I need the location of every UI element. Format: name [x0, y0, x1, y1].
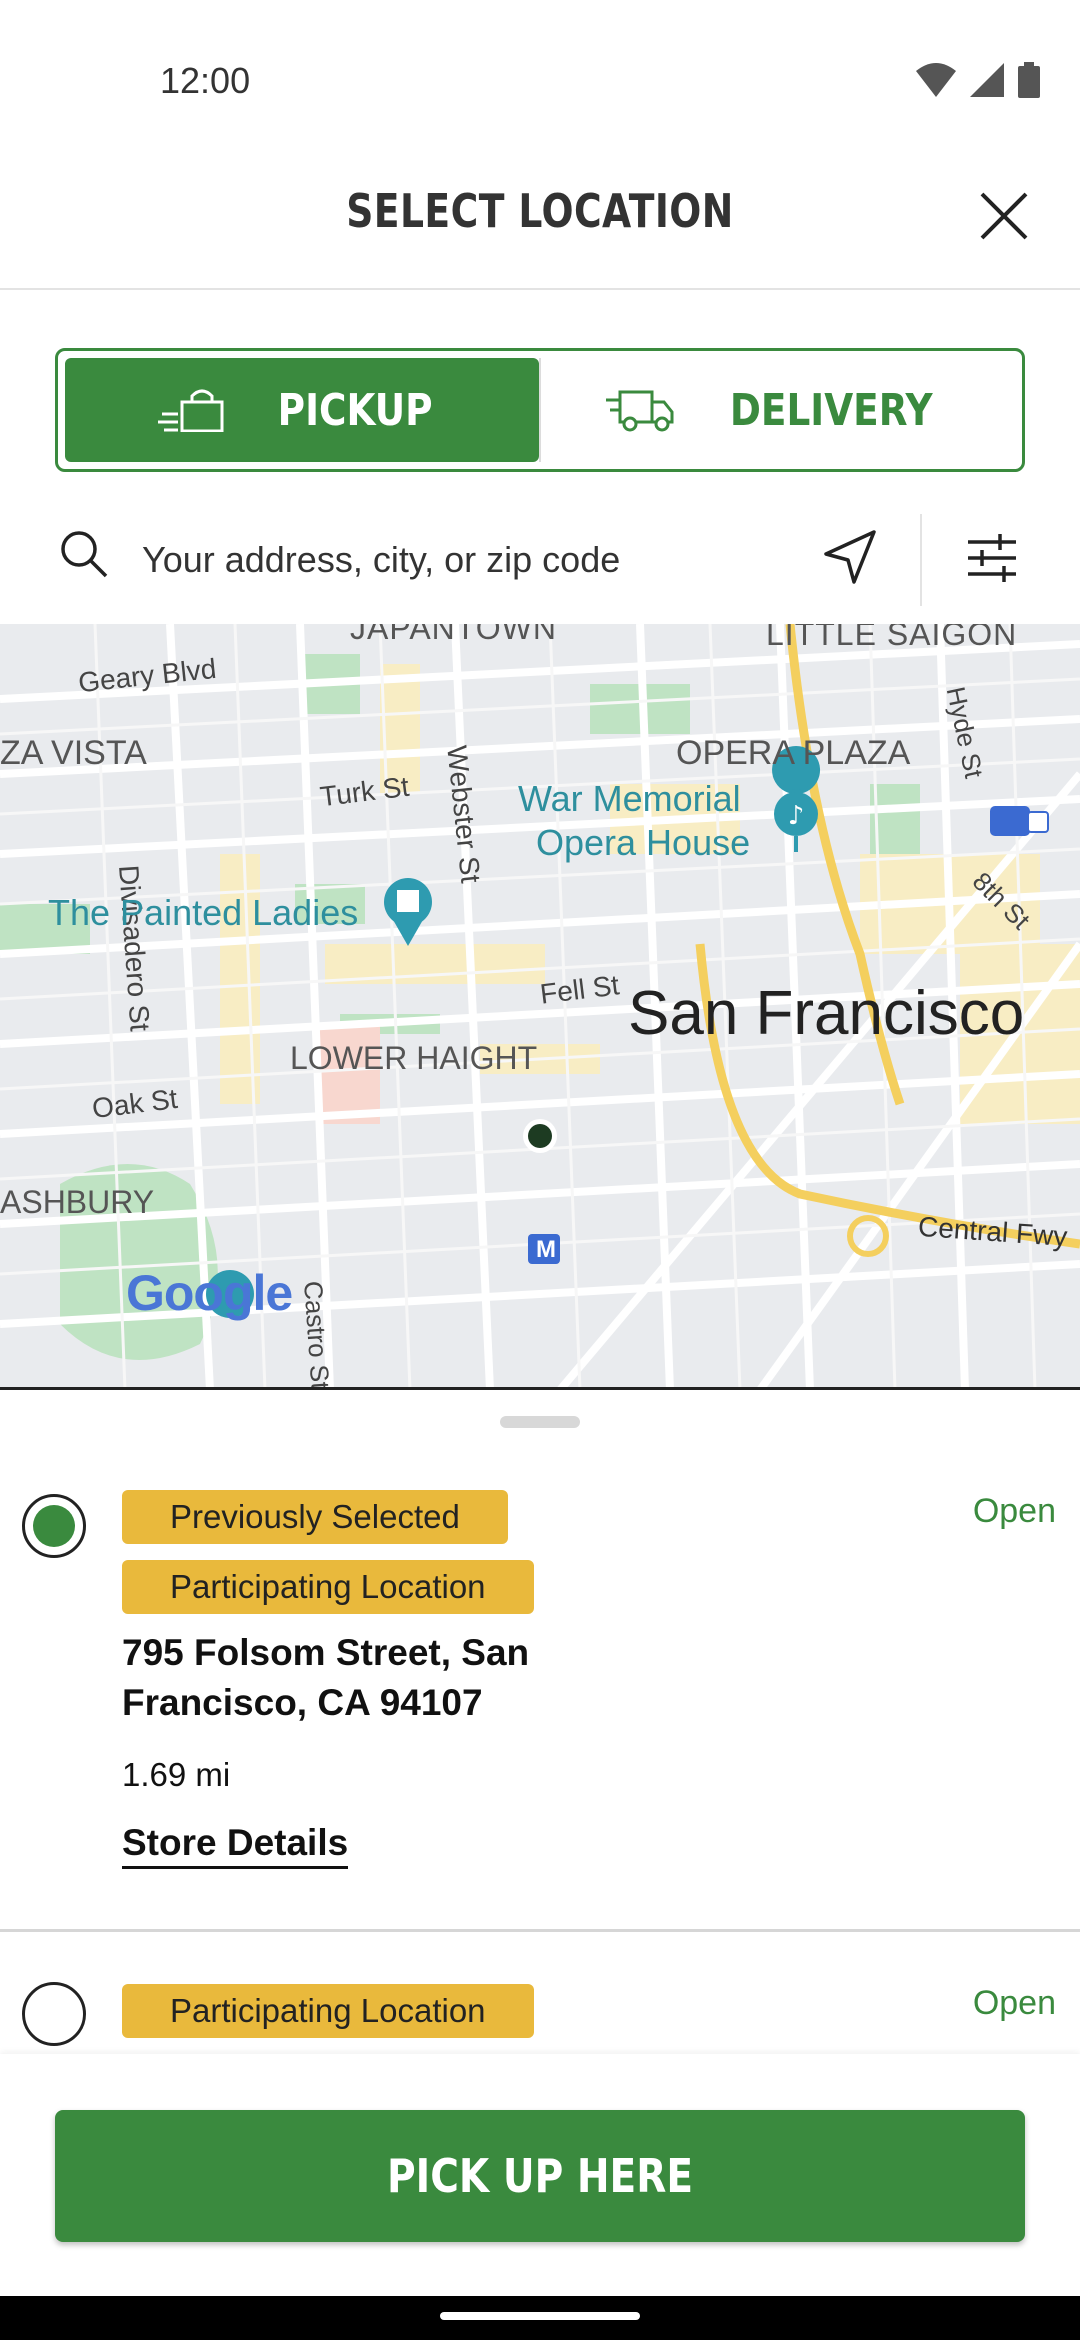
location-card[interactable]: Previously Selected Participating Locati…: [0, 1470, 1080, 1930]
location-card[interactable]: Participating Location Open: [0, 1964, 1080, 2054]
cellular-signal-icon: [970, 63, 1004, 97]
battery-icon: [1018, 62, 1040, 98]
store-details-link[interactable]: Store Details: [122, 1822, 349, 1869]
header: SELECT LOCATION: [0, 150, 1080, 290]
location-radio[interactable]: [22, 1982, 86, 2046]
map-label-war-memorial-2: Opera House: [536, 822, 751, 863]
status-bar: 12:00: [0, 0, 1080, 150]
open-status: Open: [972, 1984, 1056, 2022]
status-icons: [916, 62, 1040, 98]
previously-selected-badge: Previously Selected: [122, 1490, 508, 1544]
search-divider: [920, 514, 922, 606]
filter-sliders-icon[interactable]: [960, 526, 1024, 590]
map-label-vista: ZA VISTA: [0, 734, 147, 772]
open-status: Open: [972, 1492, 1056, 1530]
store-address: 795 Folsom Street, San Francisco, CA 941…: [122, 1632, 530, 1723]
svg-text:♪: ♪: [788, 801, 805, 831]
delivery-label: DELIVERY: [729, 384, 933, 436]
map-label-ashbury: ASHBURY: [0, 1184, 155, 1220]
pickup-label: PICKUP: [277, 384, 433, 436]
delivery-truck-icon: [605, 390, 674, 432]
close-icon[interactable]: [968, 180, 1040, 252]
page-title: SELECT LOCATION: [346, 184, 734, 238]
status-time: 12:00: [160, 60, 251, 101]
fulfillment-toggle: PICKUP DELIVERY: [55, 348, 1025, 472]
home-gesture-handle[interactable]: [440, 2312, 640, 2320]
store-distance: 1.69 mi: [122, 1756, 231, 1793]
map-label-war-memorial-1: War Memorial: [518, 778, 741, 819]
participating-location-badge: Participating Location: [122, 1984, 534, 2038]
map-label-metro: M: [536, 1236, 556, 1263]
search-bar: [0, 500, 1080, 624]
card-divider: [0, 1929, 1080, 1932]
pick-up-here-label: PICK UP HERE: [386, 2149, 694, 2203]
current-location-icon[interactable]: [818, 526, 882, 590]
system-nav-bar: [0, 2296, 1080, 2340]
location-radio-selected[interactable]: [22, 1494, 86, 1558]
wifi-icon: [916, 63, 956, 97]
pick-up-here-button[interactable]: PICK UP HERE: [55, 2110, 1025, 2242]
map-label-painted-ladies: The Painted Ladies: [48, 892, 359, 933]
search-input[interactable]: [142, 530, 782, 590]
map-view[interactable]: ♪ JAPANTOWN LITTLE SAIGON Geary Blvd ZA …: [0, 624, 1080, 1390]
search-icon: [61, 531, 108, 578]
map-label-little-saigon: LITTLE SAIGON: [766, 624, 1018, 652]
map-label-opera-plaza: OPERA PLAZA: [676, 734, 911, 772]
participating-location-badge: Participating Location: [122, 1560, 534, 1614]
map-label-san-francisco: San Francisco: [628, 979, 1025, 1048]
map-label-lower-haight: LOWER HAIGHT: [290, 1040, 538, 1076]
pickup-tab[interactable]: PICKUP: [65, 358, 539, 462]
sheet-drag-handle[interactable]: [500, 1416, 580, 1428]
map-label-japantown: JAPANTOWN: [350, 624, 557, 646]
footer: PICK UP HERE: [0, 2054, 1080, 2296]
delivery-tab[interactable]: DELIVERY: [539, 358, 1015, 462]
shopping-bag-icon: [157, 389, 224, 432]
google-logo: Google: [126, 1265, 293, 1321]
